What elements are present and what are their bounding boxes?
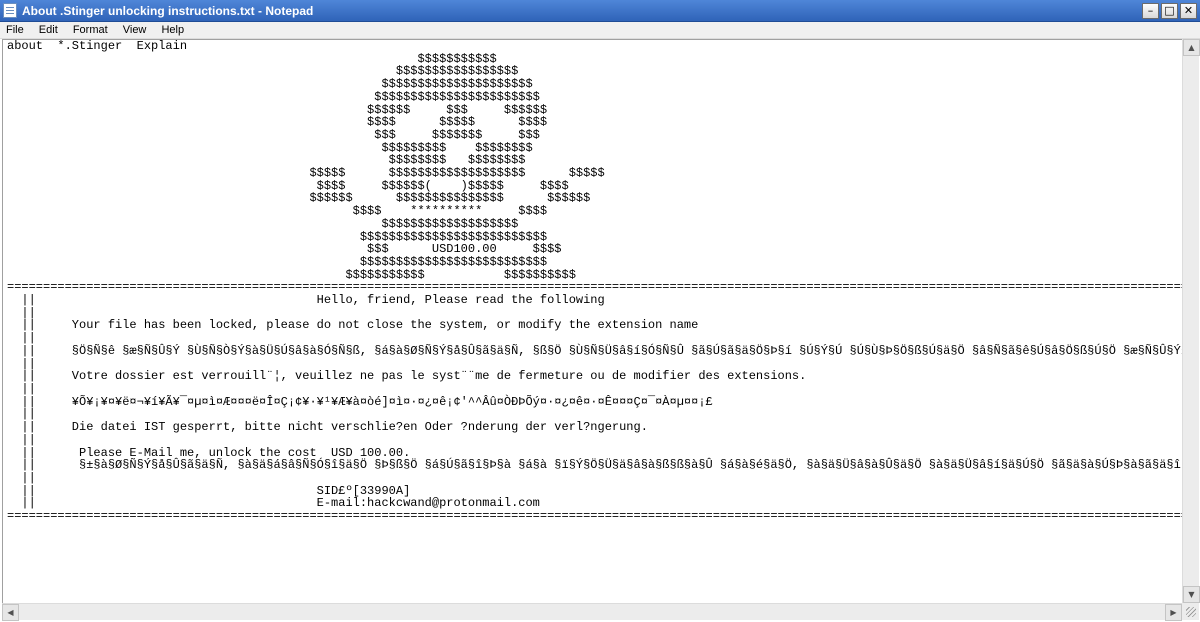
text-line: || xyxy=(7,381,36,396)
text-line: || Your file has been locked, please do … xyxy=(7,318,699,333)
scroll-up-arrow-icon[interactable]: ▲ xyxy=(1183,39,1200,56)
menu-format[interactable]: Format xyxy=(67,22,114,36)
text-line: || xyxy=(7,470,36,485)
text-line: || Votre dossier est verrouill¨¦, veuill… xyxy=(7,369,807,384)
text-editor[interactable]: about *.Stinger Explain $$$$$$$$$$$ $$$$… xyxy=(2,39,1182,603)
text-line: $$$$$ $$$$$$$$$$$$$$$$$$$ $$$$$ xyxy=(7,166,605,181)
text-line: ========================================… xyxy=(7,509,1182,524)
text-line: || xyxy=(7,331,36,346)
text-line: || Die datei IST gesperrt, bitte nicht v… xyxy=(7,420,648,435)
text-line: about *.Stinger Explain xyxy=(7,39,188,53)
horizontal-scrollbar[interactable]: ◀ ▶ xyxy=(2,603,1182,621)
scroll-left-arrow-icon[interactable]: ◀ xyxy=(2,604,19,621)
menu-help[interactable]: Help xyxy=(155,22,190,36)
text-line: $$$$ ********** $$$$ xyxy=(7,204,548,219)
text-line: $$$$$$$$$$$$$$$$$$$$$ xyxy=(7,77,533,92)
vertical-scrollbar[interactable]: ▲ ▼ xyxy=(1182,39,1200,603)
text-line: || ¥Õ¥¡¥¤¥ë¤¬¥í¥Ã¥¯¤µ¤ì¤Æ¤¤¤ë¤Î¤Ç¡¢¥·¥¹¥… xyxy=(7,394,713,409)
notepad-icon xyxy=(3,3,17,18)
title-bar[interactable]: About .Stinger unlocking instructions.tx… xyxy=(0,0,1200,22)
close-button[interactable]: ✕ xyxy=(1180,3,1197,19)
menu-view[interactable]: View xyxy=(117,22,153,36)
scroll-right-arrow-icon[interactable]: ▶ xyxy=(1165,604,1182,621)
text-line: $$$ $$$$$$$ $$$ xyxy=(7,127,540,142)
minimize-button[interactable]: – xyxy=(1142,3,1159,19)
text-line: || Hello, friend, Please read the follow… xyxy=(7,293,605,308)
resize-grip-icon[interactable] xyxy=(1186,607,1196,617)
scroll-down-arrow-icon[interactable]: ▼ xyxy=(1183,586,1200,603)
menu-edit[interactable]: Edit xyxy=(33,22,64,36)
text-line: $$$$$$$$$$$$$$$$$$$ xyxy=(7,216,519,231)
text-line: $$$$$$$$$$$$$$$$$$$$$$$$$$ xyxy=(7,254,548,269)
menu-bar: File Edit Format View Help xyxy=(0,22,1200,39)
maximize-button[interactable]: □ xyxy=(1161,3,1178,19)
text-line: || §Ö§Ñ§ê §æ§Ñ§Û§Ý §Ù§Ñ§Ò§Ý§à§Ü§Ú§â§à§Ó§… xyxy=(7,343,1182,358)
menu-file[interactable]: File xyxy=(0,22,30,36)
text-line: $$$$$$$$$$$$$$$$$$$$$$$ xyxy=(7,89,540,104)
text-line: || §±§à§Ø§Ñ§Ý§å§Û§ã§ä§Ñ, §à§ä§á§â§Ñ§Ó§î§… xyxy=(7,458,1182,473)
document-text: about *.Stinger Explain $$$$$$$$$$$ $$$$… xyxy=(7,40,1182,523)
text-line: || xyxy=(7,432,36,447)
window-title: About .Stinger unlocking instructions.tx… xyxy=(22,4,314,18)
